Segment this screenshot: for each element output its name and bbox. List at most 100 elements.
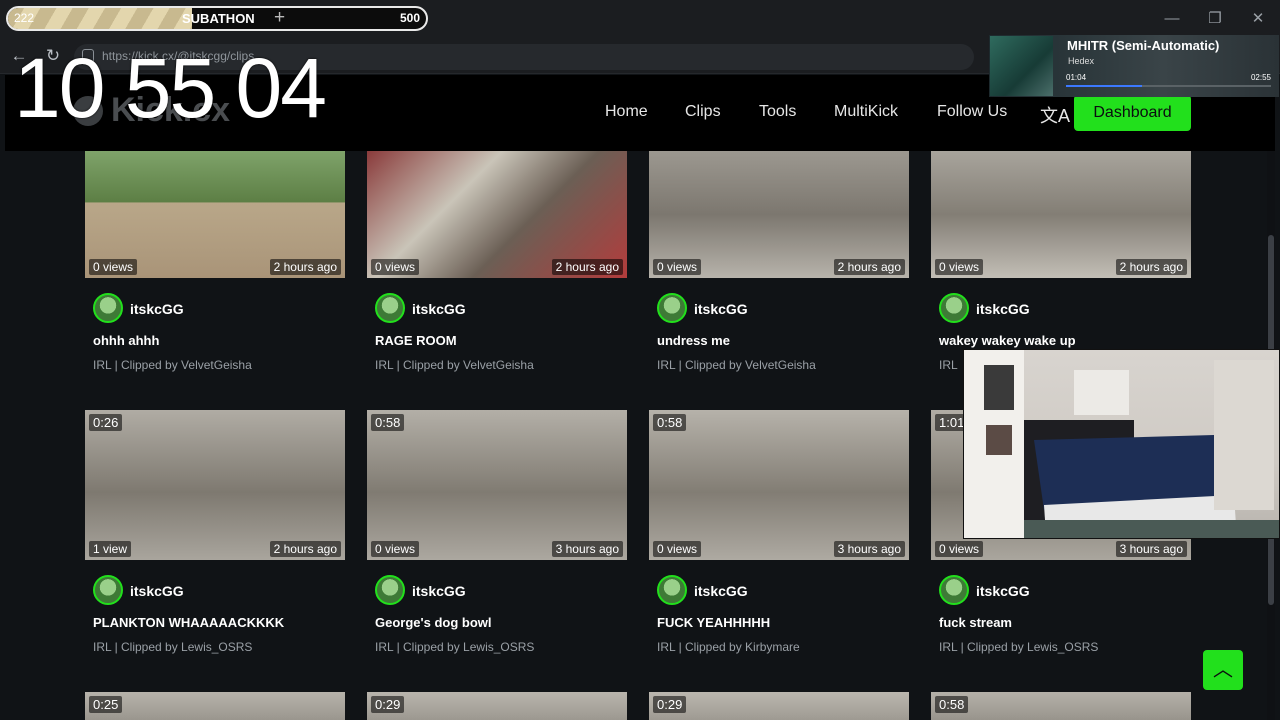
clip-thumbnail[interactable]: 0 views 2 hours ago xyxy=(85,151,345,278)
clip-card[interactable]: 0 views 2 hours ago itskcGG undress me I… xyxy=(649,151,909,407)
clip-title[interactable]: PLANKTON WHAAAAACKKKK xyxy=(93,615,284,630)
clip-age: 2 hours ago xyxy=(833,259,905,275)
channel-name[interactable]: itskcGG xyxy=(412,583,466,599)
clip-meta: IRL | Clipped by Lewis_OSRS xyxy=(93,640,253,654)
view-count: 1 view xyxy=(89,541,132,557)
clip-duration: 0:25 xyxy=(89,696,123,713)
clip-thumbnail[interactable]: 0:58 0 views 3 hours ago xyxy=(649,410,909,560)
clip-meta: IRL | Clipped by Lewis_OSRS xyxy=(375,640,535,654)
close-icon[interactable]: ✕ xyxy=(1247,8,1269,30)
minimize-icon[interactable]: — xyxy=(1161,8,1183,30)
clip-age: 2 hours ago xyxy=(551,259,623,275)
view-count: 0 views xyxy=(935,259,984,275)
clip-age: 3 hours ago xyxy=(551,541,623,557)
screen: — ❐ ✕ ← ↻ https://kick.cx/@itskcgg/clips… xyxy=(0,0,1280,720)
clip-card[interactable]: 0:26 1 view 2 hours ago itskcGG PLANKTON… xyxy=(85,410,345,666)
restore-icon[interactable]: ❐ xyxy=(1204,8,1226,30)
clip-meta: IRL | Clipped by VelvetGeisha xyxy=(93,358,252,372)
song-artist: Hedex xyxy=(1068,56,1095,66)
thumbnail-image xyxy=(85,410,345,560)
dashboard-button[interactable]: Dashboard xyxy=(1074,95,1191,131)
clip-thumbnail[interactable]: 0:25 xyxy=(85,692,345,720)
clip-age: 3 hours ago xyxy=(1115,541,1187,557)
clip-duration: 0:26 xyxy=(89,414,123,431)
clip-card[interactable]: 0 views 2 hours ago itskcGG RAGE ROOM IR… xyxy=(367,151,627,407)
scroll-to-top-button[interactable]: ︿ xyxy=(1203,650,1243,690)
clip-title[interactable]: undress me xyxy=(657,333,730,348)
song-elapsed: 01:04 xyxy=(1066,73,1087,82)
avatar[interactable] xyxy=(939,575,969,605)
clip-card[interactable]: 0 views 2 hours ago itskcGG ohhh ahhh IR… xyxy=(85,151,345,407)
avatar[interactable] xyxy=(939,293,969,323)
clip-thumbnail[interactable]: 0 views 2 hours ago xyxy=(649,151,909,278)
song-progress-track xyxy=(1066,85,1271,87)
clip-thumbnail[interactable]: 0 views 2 hours ago xyxy=(931,151,1191,278)
channel-name[interactable]: itskcGG xyxy=(130,583,184,599)
clip-thumbnail[interactable]: 0 views 2 hours ago xyxy=(367,151,627,278)
clip-title[interactable]: fuck stream xyxy=(939,615,1012,630)
clip-age: 2 hours ago xyxy=(269,541,341,557)
subathon-title: SUBATHON xyxy=(182,11,255,26)
nav-multikick[interactable]: MultiKick xyxy=(834,103,898,121)
channel-name[interactable]: itskcGG xyxy=(976,301,1030,317)
clip-duration: 0:58 xyxy=(935,696,969,713)
song-progress-fill xyxy=(1066,85,1142,87)
nav-clips[interactable]: Clips xyxy=(685,103,721,121)
channel-name[interactable]: itskcGG xyxy=(694,301,748,317)
album-art xyxy=(990,36,1053,96)
clip-card[interactable]: 0:25 xyxy=(85,692,345,720)
plus-icon: + xyxy=(274,7,286,28)
clip-card[interactable]: 0:58 0 views 3 hours ago itskcGG George'… xyxy=(367,410,627,666)
chevron-up-icon: ︿ xyxy=(1213,659,1233,681)
channel-name[interactable]: itskcGG xyxy=(130,301,184,317)
thumbnail-image xyxy=(367,692,627,720)
clip-title[interactable]: RAGE ROOM xyxy=(375,333,457,348)
clip-card[interactable]: 0:58 xyxy=(931,692,1191,720)
avatar[interactable] xyxy=(375,575,405,605)
clip-thumbnail[interactable]: 0:29 xyxy=(367,692,627,720)
now-playing-widget: MHITR (Semi-Automatic) Hedex 01:04 02:55 xyxy=(989,35,1279,97)
clip-title[interactable]: George's dog bowl xyxy=(375,615,492,630)
nav-tools[interactable]: Tools xyxy=(759,103,796,121)
song-duration: 02:55 xyxy=(1250,73,1271,82)
avatar[interactable] xyxy=(93,575,123,605)
channel-name[interactable]: itskcGG xyxy=(976,583,1030,599)
song-title: MHITR (Semi-Automatic) xyxy=(1067,38,1220,53)
clip-meta: IRL | Clipped by VelvetGeisha xyxy=(657,358,816,372)
clip-thumbnail[interactable]: 0:29 xyxy=(649,692,909,720)
clip-card[interactable]: 0:29 xyxy=(649,692,909,720)
view-count: 0 views xyxy=(371,541,420,557)
thumbnail-image xyxy=(931,692,1191,720)
avatar[interactable] xyxy=(657,575,687,605)
channel-name[interactable]: itskcGG xyxy=(412,301,466,317)
nav-follow-us[interactable]: Follow Us xyxy=(937,103,1007,121)
avatar[interactable] xyxy=(93,293,123,323)
webcam-scene xyxy=(964,350,1279,538)
clip-age: 3 hours ago xyxy=(833,541,905,557)
clip-duration: 0:58 xyxy=(653,414,687,431)
clip-thumbnail[interactable]: 0:58 0 views 3 hours ago xyxy=(367,410,627,560)
view-count: 0 views xyxy=(653,259,702,275)
clip-title[interactable]: wakey wakey wake up xyxy=(939,333,1076,348)
subathon-goal: 500 xyxy=(399,11,420,25)
nav-home[interactable]: Home xyxy=(605,103,648,121)
clip-duration: 0:29 xyxy=(371,696,405,713)
clip-meta: IRL | Clipped by Lewis_OSRS xyxy=(939,640,1099,654)
translate-icon[interactable]: 文A xyxy=(1040,102,1070,128)
avatar[interactable] xyxy=(375,293,405,323)
clip-thumbnail[interactable]: 0:58 xyxy=(931,692,1191,720)
clip-title[interactable]: ohhh ahhh xyxy=(93,333,159,348)
subathon-current: 222 xyxy=(14,11,35,25)
clip-card[interactable]: 0:29 xyxy=(367,692,627,720)
avatar[interactable] xyxy=(657,293,687,323)
clip-thumbnail[interactable]: 0:26 1 view 2 hours ago xyxy=(85,410,345,560)
subathon-bar: 222 SUBATHON + 500 xyxy=(6,6,428,31)
thumbnail-image xyxy=(649,692,909,720)
clip-title[interactable]: FUCK YEAHHHHH xyxy=(657,615,770,630)
view-count: 0 views xyxy=(89,259,138,275)
view-count: 0 views xyxy=(935,541,984,557)
channel-name[interactable]: itskcGG xyxy=(694,583,748,599)
subathon-progress-fill xyxy=(8,8,192,29)
clip-duration: 0:58 xyxy=(371,414,405,431)
clip-card[interactable]: 0:58 0 views 3 hours ago itskcGG FUCK YE… xyxy=(649,410,909,666)
